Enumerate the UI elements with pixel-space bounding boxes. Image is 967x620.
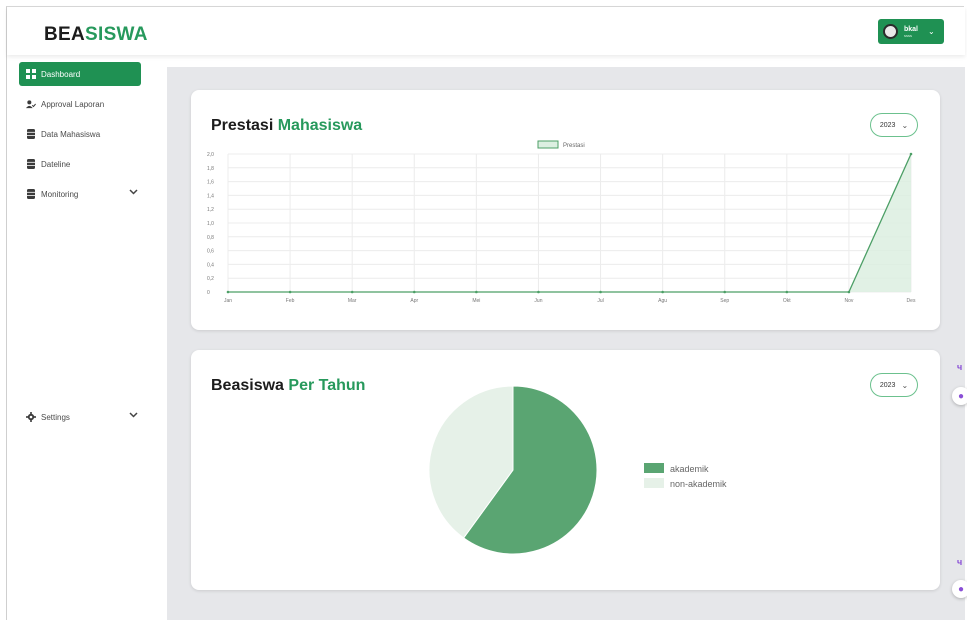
widget-button-icon[interactable]: ● [952, 387, 967, 405]
user-avatar-icon [883, 24, 898, 39]
beasiswa-chart: akademik non-akademik [428, 385, 727, 555]
y-tick-label: 1,4 [207, 193, 214, 199]
database-icon [26, 189, 36, 199]
sidebar-item-label: Monitoring [41, 189, 79, 199]
data-point [909, 152, 913, 156]
data-point [847, 290, 851, 294]
data-point [785, 290, 789, 294]
user-name: bkal [904, 25, 919, 33]
data-point [723, 290, 727, 294]
chevron-down-icon: ⌄ [928, 27, 935, 36]
legend-swatch [644, 463, 664, 473]
x-tick-label: Jul [597, 298, 603, 304]
sidebar-item-dashboard[interactable]: Dashboard [19, 62, 141, 86]
widget-icon[interactable]: ч [957, 557, 962, 567]
y-tick-label: 1,2 [207, 207, 214, 213]
data-point [599, 290, 602, 294]
sidebar-item-label: Settings [41, 412, 70, 422]
y-tick-label: 0 [207, 290, 210, 296]
x-tick-label: Des [907, 298, 916, 304]
legend-swatch [644, 478, 664, 488]
sidebar-item-label: Dashboard [41, 69, 81, 79]
data-point [226, 290, 230, 294]
y-tick-label: 1,0 [207, 221, 214, 227]
chevron-down-icon [129, 410, 138, 422]
sidebar-item-label: Dateline [41, 159, 71, 169]
y-tick-label: 1,8 [207, 166, 214, 172]
sidebar-item-label: Data Mahasiswa [41, 129, 101, 139]
legend-label: Prestasi [563, 143, 585, 149]
x-tick-label: Mar [348, 298, 357, 304]
x-tick-label: Nov [844, 298, 853, 304]
data-point [350, 290, 354, 294]
y-tick-label: 0,6 [207, 249, 214, 255]
x-tick-label: Okt [783, 298, 791, 304]
x-tick-label: Agu [658, 298, 667, 304]
database-icon [26, 159, 36, 169]
y-tick-label: 1,6 [207, 180, 214, 186]
database-icon [26, 129, 36, 139]
widget-icon[interactable]: ч [957, 362, 962, 372]
sidebar-item-monitoring[interactable]: Monitoring [19, 182, 141, 206]
data-point [412, 290, 416, 294]
sidebar-item-data-mahasiswa[interactable]: Data Mahasiswa [19, 122, 141, 146]
x-tick-label: Jan [224, 298, 232, 304]
x-tick-label: Sep [720, 298, 729, 304]
y-tick-label: 0,4 [207, 262, 214, 268]
user-role: ssss [904, 32, 912, 38]
sidebar-item-label: Approval Laporan [41, 99, 105, 109]
y-tick-label: 2,0 [207, 152, 214, 158]
x-tick-label: Jun [534, 298, 542, 304]
x-tick-label: Mei [472, 298, 480, 304]
data-point [475, 290, 478, 294]
x-tick-label: Feb [286, 298, 295, 304]
data-point [537, 290, 540, 294]
legend-label: akademik [670, 464, 709, 474]
grid-icon [26, 69, 36, 79]
data-point [288, 290, 292, 294]
main-content: Prestasi Mahasiswa 2023 ⌄ 2,0 1,8 1,6 1,4 1,… [167, 67, 965, 620]
beasiswa-card: Beasiswa Per Tahun 2023 ⌄ akademik non-ak… [191, 350, 940, 590]
top-bar: BEASISWA bkal ssss ⌄ [7, 7, 965, 55]
brand-logo[interactable]: BEASISWA [44, 24, 148, 46]
x-tick-label: Apr [410, 298, 418, 304]
y-tick-label: 0,8 [207, 235, 214, 241]
y-tick-label: 0,2 [207, 276, 214, 282]
gear-icon [26, 412, 36, 422]
sidebar-item-approval-laporan[interactable]: Approval Laporan [19, 92, 141, 116]
user-check-icon [26, 99, 36, 109]
data-point [661, 290, 664, 294]
sidebar: Dashboard Approval Laporan Data Mahasisw… [7, 55, 155, 620]
app-frame: BEASISWA bkal ssss ⌄ Dashboard Approval … [6, 6, 967, 620]
user-menu-button[interactable]: bkal ssss ⌄ [878, 19, 944, 44]
widget-button-icon[interactable]: ● [952, 580, 967, 598]
prestasi-chart: 2,0 1,8 1,6 1,4 1,2 1,0 0,8 0,6 0,4 0,2 0 Jan Feb Ma… [207, 140, 916, 304]
sidebar-item-settings[interactable]: Settings [19, 405, 141, 429]
legend-swatch [537, 140, 559, 149]
prestasi-card: Prestasi Mahasiswa 2023 ⌄ 2,0 1,8 1,6 1,4 1,… [191, 90, 940, 330]
sidebar-item-dateline[interactable]: Dateline [19, 152, 141, 176]
legend-label: non-akademik [670, 479, 727, 489]
chevron-down-icon [129, 187, 138, 199]
